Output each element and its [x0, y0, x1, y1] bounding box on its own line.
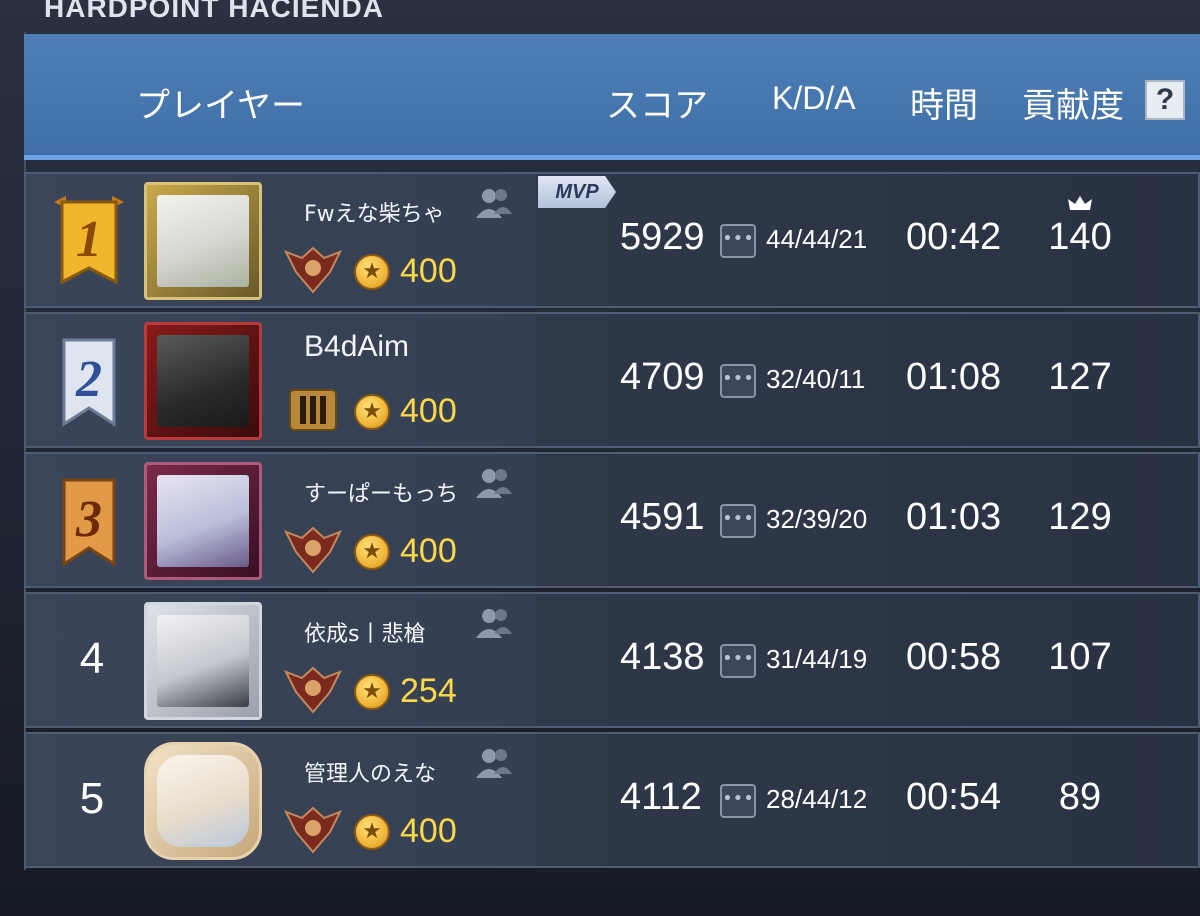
friend-add-icon[interactable] [474, 186, 514, 220]
contribution-value: 129 [1048, 496, 1112, 538]
friend-add-icon[interactable] [474, 746, 514, 780]
mvp-badge: MVP [538, 176, 616, 208]
player-row-1[interactable]: 1 Fwえな柴ちゃ ★ 400 MVP 5929 ••• 44/44/21 00… [24, 172, 1200, 308]
coin-value: 400 [400, 252, 457, 290]
friend-add-icon[interactable] [474, 606, 514, 640]
avatar[interactable] [144, 742, 262, 860]
mode-title: HARDPOINT HACIENDA [44, 0, 384, 23]
rank-ribbon-bronze-icon [62, 478, 116, 567]
coin-icon: ★ [354, 534, 390, 570]
coin-value: 400 [400, 812, 457, 850]
coin-icon: ★ [354, 814, 390, 850]
score-value: 4709 [620, 356, 705, 398]
avatar[interactable] [144, 602, 262, 720]
chat-icon[interactable]: ••• [720, 504, 756, 538]
avatar[interactable] [144, 182, 262, 300]
header-player: プレイヤー [136, 86, 305, 126]
rank-emblem-icon [284, 526, 342, 574]
player-row-5[interactable]: 5 管理人のえな ★ 400 4112 ••• 28/44/12 00:54 8… [24, 732, 1200, 868]
coin-value: 400 [400, 392, 457, 430]
player-name: Fwえな柴ちゃ [304, 202, 445, 227]
score-value: 5929 [620, 216, 705, 258]
kda-value: 28/44/12 [766, 784, 868, 814]
avatar[interactable] [144, 322, 262, 440]
header-time: 時間 [910, 86, 978, 126]
avatar[interactable] [144, 462, 262, 580]
rank-ribbon-gold-icon [54, 196, 124, 285]
player-name: すーぱーもっち [304, 482, 459, 507]
coin-icon: ★ [354, 254, 390, 290]
contribution-value: 107 [1048, 636, 1112, 678]
time-value: 01:03 [906, 496, 1002, 538]
help-icon[interactable]: ? [1145, 80, 1185, 120]
coin-value: 400 [400, 532, 457, 570]
coin-value: 254 [400, 672, 457, 710]
time-value: 00:58 [906, 636, 1002, 678]
chat-icon[interactable]: ••• [720, 644, 756, 678]
contribution-value: 89 [1058, 776, 1102, 818]
rank-emblem-icon [284, 666, 342, 714]
time-value: 00:54 [906, 776, 1002, 818]
rank-emblem-icon [289, 389, 337, 431]
time-value: 01:08 [906, 356, 1002, 398]
header-kda: K/D/A [772, 80, 856, 116]
score-value: 4138 [620, 636, 705, 678]
player-row-3[interactable]: 3 すーぱーもっち ★ 400 4591 ••• 32/39/20 01:03 … [24, 452, 1200, 588]
scoreboard-header: プレイヤー スコア K/D/A 時間 貢献度 ? [24, 34, 1200, 160]
header-contribution: 貢献度 [1022, 86, 1124, 126]
kda-value: 31/44/19 [766, 644, 868, 674]
player-row-2[interactable]: 2 B4dAim ★ 400 4709 ••• 32/40/11 01:08 1… [24, 312, 1200, 448]
coin-icon: ★ [354, 674, 390, 710]
contribution-value: 140 [1048, 216, 1112, 258]
contribution-value: 127 [1048, 356, 1112, 398]
time-value: 00:42 [906, 216, 1002, 258]
kda-value: 44/44/21 [766, 224, 868, 254]
coin-icon: ★ [354, 394, 390, 430]
player-row-4[interactable]: 4 依成s丨悲槍 ★ 254 4138 ••• 31/44/19 00:58 1… [24, 592, 1200, 728]
rank-number: 4 [79, 634, 105, 683]
kda-value: 32/40/11 [766, 364, 866, 394]
player-name: B4dAim [304, 330, 410, 363]
rank-number: 5 [79, 774, 105, 823]
crown-icon [1068, 196, 1092, 210]
score-value: 4112 [620, 776, 702, 818]
player-name: 依成s丨悲槍 [304, 622, 426, 647]
kda-value: 32/39/20 [766, 504, 868, 534]
header-score: スコア [606, 86, 708, 126]
rank-emblem-icon [284, 246, 342, 294]
rank-emblem-icon [284, 806, 342, 854]
chat-icon[interactable]: ••• [720, 364, 756, 398]
chat-icon[interactable]: ••• [720, 784, 756, 818]
friend-add-icon[interactable] [474, 466, 514, 500]
rank-ribbon-silver-icon [62, 338, 116, 427]
chat-icon[interactable]: ••• [720, 224, 756, 258]
score-value: 4591 [620, 496, 705, 538]
player-name: 管理人のえな [304, 762, 437, 787]
